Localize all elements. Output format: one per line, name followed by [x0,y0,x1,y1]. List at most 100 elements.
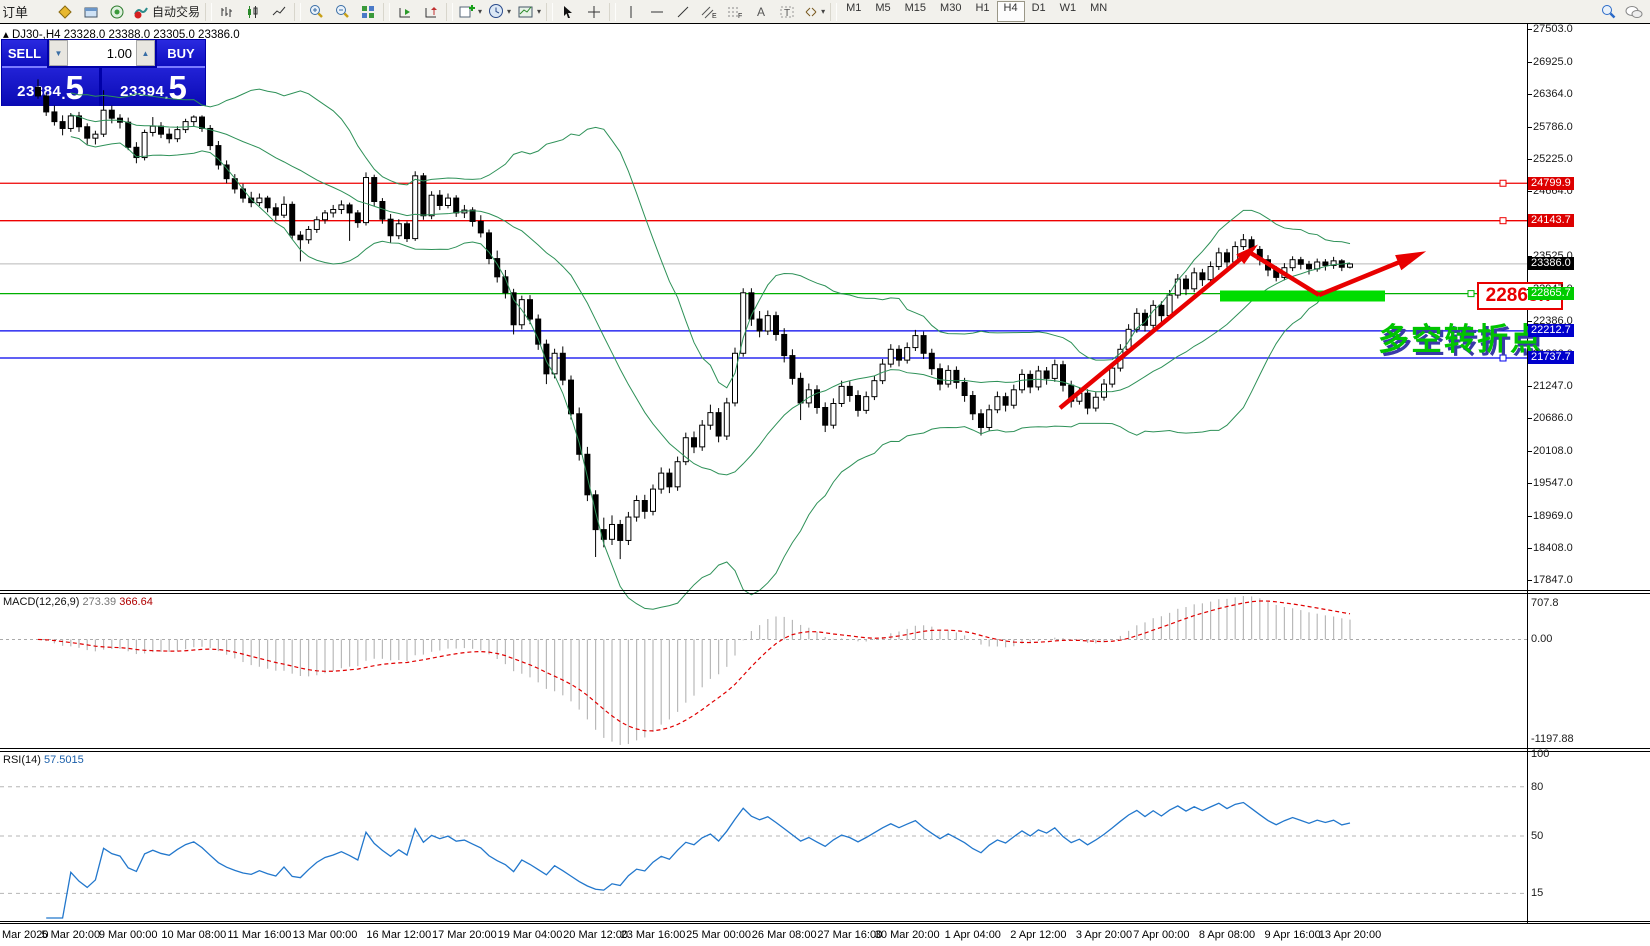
price-tag-24143.7: 24143.7 [1528,214,1574,227]
time-label: 20 Mar 12:00 [563,929,628,941]
annotation-text-cn[interactable]: 多空转折点 [1378,314,1543,359]
candle-body [1003,397,1008,406]
candle-body [1216,253,1221,267]
candle-body [183,122,188,130]
price-tick [1527,29,1532,30]
trend-arrow-1[interactable] [1060,252,1249,408]
candle-body [101,110,106,134]
line-handle[interactable] [1500,218,1506,224]
candle-body [1151,305,1156,325]
candle-body [692,438,697,447]
mt4-window: 新订单 自动交易 [0,0,1650,946]
candle-body [1044,371,1049,378]
candle-body [979,414,984,428]
candle-body [44,96,49,112]
price-tick [1527,321,1532,322]
price-tick [1527,516,1532,517]
price-tick-label: 18408.0 [1533,542,1573,554]
pane-separator[interactable] [0,593,1650,594]
candle-body [1298,260,1303,265]
macd-axis-zero: 0.00 [1531,633,1552,645]
candle-body [757,319,762,331]
candle-body [921,336,926,354]
pane-separator[interactable] [0,751,1650,752]
candle-body [962,382,967,395]
pane-separator[interactable] [0,748,1650,749]
candle-body [946,370,951,384]
rsi-label: RSI(14) 57.5015 [3,754,84,766]
line-handle[interactable] [1468,291,1474,297]
rsi-axis-100: 100 [1531,748,1549,760]
candle-body [298,235,303,240]
candle-body [774,316,779,335]
candle-body [421,176,426,216]
candle-body [52,112,57,122]
candle-body [405,224,410,239]
price-tick-label: 26925.0 [1533,56,1573,68]
rsi-line [46,803,1350,918]
candle-body [905,348,910,361]
candle-body [872,381,877,397]
price-tick-label: 20686.0 [1533,412,1573,424]
rsi-value: 57.5015 [44,754,84,766]
candle-body [1208,267,1213,280]
candle-body [273,208,278,215]
candle-body [1200,273,1205,280]
chart-canvas[interactable] [0,0,1650,946]
candle-body [610,524,615,539]
candle-body [216,146,221,165]
candle-body [790,356,795,379]
candle-body [659,473,664,489]
candle-body [913,336,918,348]
time-label: 23 Mar 16:00 [621,929,686,941]
price-tick [1527,62,1532,63]
price-tick [1527,483,1532,484]
candle-body [1348,264,1353,267]
candle-body [265,198,270,208]
candle-body [1028,374,1033,387]
time-label: 8 Apr 08:00 [1199,929,1255,941]
candle-body [544,344,549,374]
candle-body [823,407,828,425]
candle-body [413,176,418,239]
toolbar-separator [0,23,1650,24]
candle-body [364,178,369,223]
candle-body [437,195,442,205]
macd-label: MACD(12,26,9) 273.39 366.64 [3,596,153,608]
support-zone-bar[interactable] [1220,291,1385,302]
time-label: 10 Mar 08:00 [161,929,226,941]
candle-body [85,127,90,138]
time-label: 17 Mar 20:00 [432,929,497,941]
candle-body [724,403,729,436]
time-label: 16 Mar 12:00 [366,929,431,941]
line-handle[interactable] [1500,180,1506,186]
rsi-axis-80: 80 [1531,781,1543,793]
time-label: 9 Apr 16:00 [1264,929,1320,941]
candle-body [782,334,787,355]
candle-body [642,501,647,512]
price-tick [1527,580,1532,581]
trend-arrowhead [1395,251,1426,270]
candle-body [864,397,869,411]
candle-body [200,117,205,128]
time-label: 19 Mar 04:00 [498,929,563,941]
price-tag-22865.7: 22865.7 [1528,287,1574,300]
pane-separator[interactable] [0,590,1650,591]
candle-body [331,209,336,212]
time-label: 25 Mar 00:00 [686,929,751,941]
candle-body [396,224,401,236]
candle-body [569,380,574,414]
candle-body [995,397,1000,410]
price-tick-label: 27503.0 [1533,23,1573,35]
candle-body [257,198,262,203]
candle-body [651,489,656,511]
candle-body [93,134,98,138]
pane-separator [0,921,1650,922]
candle-body [716,413,721,436]
candle-body [585,454,590,495]
candle-body [60,122,65,129]
price-tick-label: 17847.0 [1533,574,1573,586]
candle-body [1192,273,1197,289]
candle-body [511,293,516,325]
candle-body [1307,264,1312,269]
